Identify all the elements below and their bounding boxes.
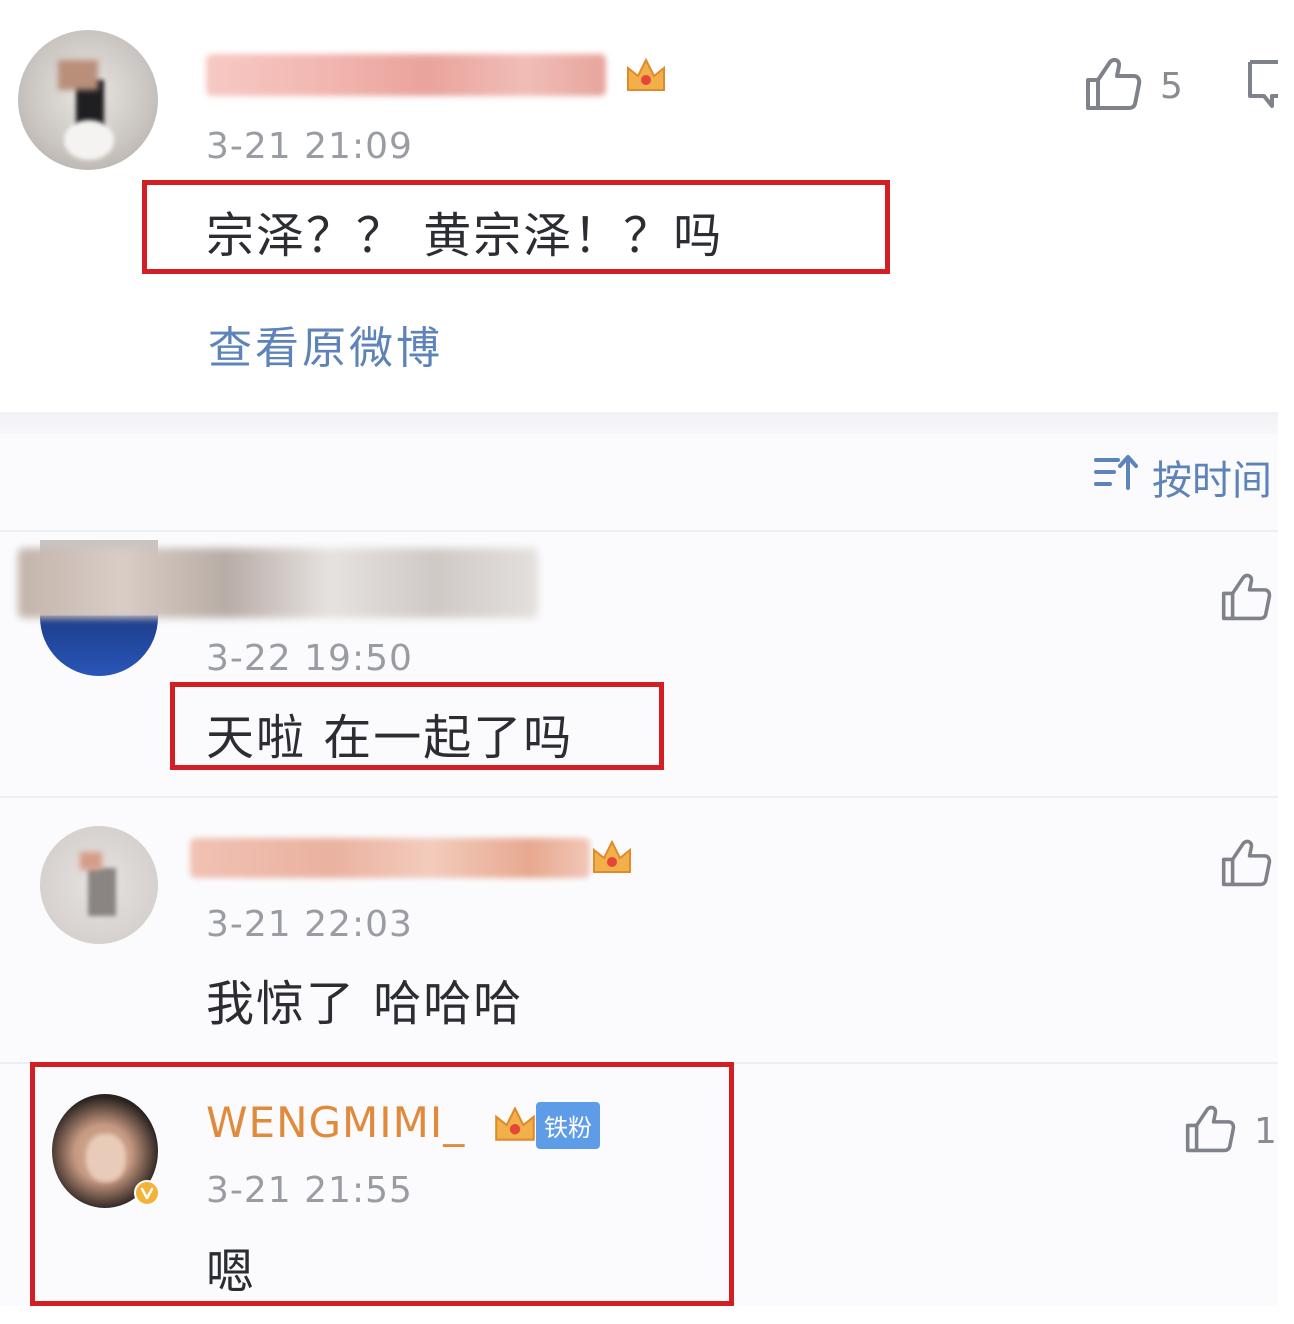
comment-text: 天啦 在一起了吗 — [206, 710, 574, 766]
avatar[interactable] — [40, 826, 158, 944]
fan-badge-label: 铁粉 — [536, 1101, 600, 1149]
like-count: 5 — [1160, 65, 1183, 107]
thumbs-up-icon — [1084, 56, 1142, 116]
divider — [0, 796, 1278, 798]
verified-badge-icon — [134, 1180, 160, 1206]
crown-badge-icon — [488, 1098, 542, 1152]
avatar[interactable] — [18, 30, 158, 170]
thumbs-up-icon — [1220, 572, 1272, 626]
crown-badge-icon — [588, 832, 636, 880]
comment-icon[interactable] — [1246, 56, 1278, 116]
sort-by-time-button[interactable]: 按时间 — [1094, 448, 1272, 506]
view-original-post-link[interactable]: 查看原微博 — [208, 312, 443, 376]
comment-feed: 3-21 21:09 宗泽？？ 黄宗泽！？吗 查看原微博 5 按时间 3-22 … — [0, 0, 1278, 1306]
top-comment-section: 3-21 21:09 宗泽？？ 黄宗泽！？吗 查看原微博 5 — [0, 0, 1278, 412]
like-count: 1 — [1254, 1110, 1277, 1152]
like-button[interactable] — [1220, 572, 1272, 626]
comment-timestamp: 3-21 22:03 — [206, 904, 413, 945]
like-button[interactable]: 5 — [1084, 56, 1183, 116]
divider — [0, 530, 1278, 532]
like-button[interactable]: 1 — [1184, 1104, 1277, 1158]
comment-timestamp: 3-21 21:09 — [206, 126, 413, 167]
username[interactable]: WENGMIMI_ — [206, 1098, 465, 1147]
thumbs-up-icon — [1184, 1104, 1236, 1158]
comment-timestamp: 3-22 19:50 — [206, 638, 413, 679]
comment-text: 宗泽？？ 黄宗泽！？吗 — [206, 208, 724, 264]
blurred-username[interactable] — [190, 838, 590, 878]
crown-badge-icon — [622, 50, 670, 98]
sort-icon — [1094, 452, 1138, 502]
like-button[interactable] — [1220, 838, 1272, 892]
blurred-username[interactable] — [206, 54, 606, 96]
section-separator — [0, 412, 1278, 434]
sort-label: 按时间 — [1152, 458, 1272, 504]
thumbs-up-icon — [1220, 838, 1272, 892]
comment-timestamp: 3-21 21:55 — [206, 1170, 413, 1211]
comment-text: 嗯 — [206, 1244, 257, 1300]
comment-text: 我惊了 哈哈哈 — [206, 976, 524, 1032]
fan-badge[interactable]: 铁粉 — [488, 1098, 600, 1152]
blurred-username[interactable] — [18, 548, 538, 618]
